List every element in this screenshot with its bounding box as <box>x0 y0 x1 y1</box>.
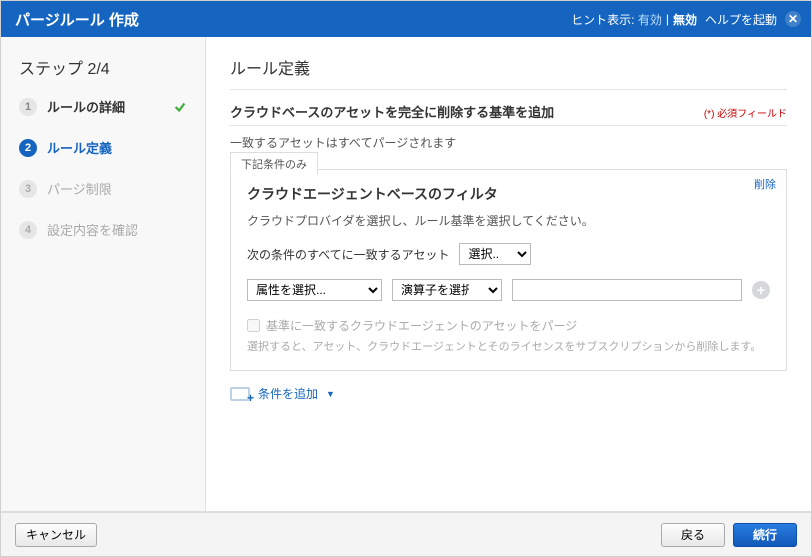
modal-title: パージルール 作成 <box>15 9 139 30</box>
required-field-note: 必須フィールド <box>704 105 787 120</box>
footer-right-buttons: 戻る 続行 <box>661 523 797 547</box>
add-condition-label: 条件を追加 <box>258 385 318 402</box>
modal-header: パージルール 作成 ヒント表示: 有効 | 無効 ヘルプを起動 ✕ <box>1 1 811 37</box>
step-item-definition[interactable]: 2 ルール定義 <box>19 138 187 157</box>
hint-toggle-area: ヒント表示: 有効 | 無効 <box>571 11 697 28</box>
rule-row: 属性を選択... 演算子を選択... + <box>247 279 770 301</box>
value-input[interactable] <box>512 279 742 301</box>
back-button[interactable]: 戻る <box>661 523 725 547</box>
checkmark-icon <box>173 100 187 114</box>
criteria-tab-label: 下記条件のみ <box>230 152 318 175</box>
add-rule-icon[interactable]: + <box>752 281 770 299</box>
purge-agent-checkbox[interactable] <box>247 319 260 332</box>
hint-on-link[interactable]: 有効 <box>638 11 662 28</box>
subtitle-row: クラウドベースのアセットを完全に削除する基準を追加 必須フィールド <box>230 102 787 126</box>
attribute-select[interactable]: 属性を選択... <box>247 279 382 301</box>
step-number: 4 <box>19 221 37 239</box>
purge-agent-hint: 選択すると、アセット、クラウドエージェントとそのライセンスをサブスクリプションか… <box>247 338 770 354</box>
hint-separator: | <box>666 12 669 26</box>
provider-select[interactable]: 選択... <box>459 243 531 265</box>
chevron-down-icon: ▼ <box>326 389 335 399</box>
help-link[interactable]: ヘルプを起動 <box>705 11 777 28</box>
criteria-block: 下記条件のみ 削除 クラウドエージェントベースのフィルタ クラウドプロバイダを選… <box>230 169 787 371</box>
hint-off-link[interactable]: 無効 <box>673 11 697 28</box>
operator-select[interactable]: 演算子を選択... <box>392 279 502 301</box>
monitor-plus-icon <box>230 387 250 401</box>
delete-criteria-link[interactable]: 削除 <box>754 176 776 192</box>
step-label: ルールの詳細 <box>47 97 163 116</box>
modal-body: ステップ 2/4 1 ルールの詳細 2 ルール定義 3 パージ制限 <box>1 37 811 512</box>
step-item-limits[interactable]: 3 パージ制限 <box>19 179 187 198</box>
hint-label: ヒント表示: <box>571 11 634 28</box>
criteria-title: クラウドエージェントベースのフィルタ <box>247 184 770 204</box>
header-right: ヒント表示: 有効 | 無効 ヘルプを起動 ✕ <box>571 11 801 28</box>
step-counter: ステップ 2/4 <box>19 55 187 79</box>
purge-agent-option: 基準に一致するクラウドエージェントのアセットをパージ <box>247 317 770 334</box>
step-number: 3 <box>19 180 37 198</box>
step-item-details[interactable]: 1 ルールの詳細 <box>19 97 187 116</box>
purge-agent-label: 基準に一致するクラウドエージェントのアセットをパージ <box>266 317 577 334</box>
step-label: 設定内容を確認 <box>47 220 187 239</box>
close-icon[interactable]: ✕ <box>785 11 801 27</box>
step-number: 2 <box>19 139 37 157</box>
step-label: パージ制限 <box>47 179 187 198</box>
match-description: 一致するアセットはすべてパージされます <box>230 134 787 151</box>
add-condition-button[interactable]: 条件を追加 ▼ <box>230 385 787 402</box>
continue-button[interactable]: 続行 <box>733 523 797 547</box>
step-list: 1 ルールの詳細 2 ルール定義 3 パージ制限 4 設定内容を確認 <box>19 97 187 239</box>
step-label: ルール定義 <box>47 138 187 157</box>
step-number: 1 <box>19 98 37 116</box>
cancel-button[interactable]: キャンセル <box>15 523 97 547</box>
step-item-review[interactable]: 4 設定内容を確認 <box>19 220 187 239</box>
criteria-description: クラウドプロバイダを選択し、ルール基準を選択してください。 <box>247 212 770 229</box>
page-title: ルール定義 <box>230 55 787 90</box>
wizard-sidebar: ステップ 2/4 1 ルールの詳細 2 ルール定義 3 パージ制限 <box>1 37 206 511</box>
modal-footer: キャンセル 戻る 続行 <box>1 512 811 556</box>
main-content: ルール定義 クラウドベースのアセットを完全に削除する基準を追加 必須フィールド … <box>206 37 811 511</box>
provider-row: 次の条件のすべてに一致するアセット 選択... <box>247 243 770 265</box>
subtitle: クラウドベースのアセットを完全に削除する基準を追加 <box>230 102 554 121</box>
match-all-label: 次の条件のすべてに一致するアセット <box>247 246 449 263</box>
modal-window: パージルール 作成 ヒント表示: 有効 | 無効 ヘルプを起動 ✕ ステップ 2… <box>0 0 812 557</box>
